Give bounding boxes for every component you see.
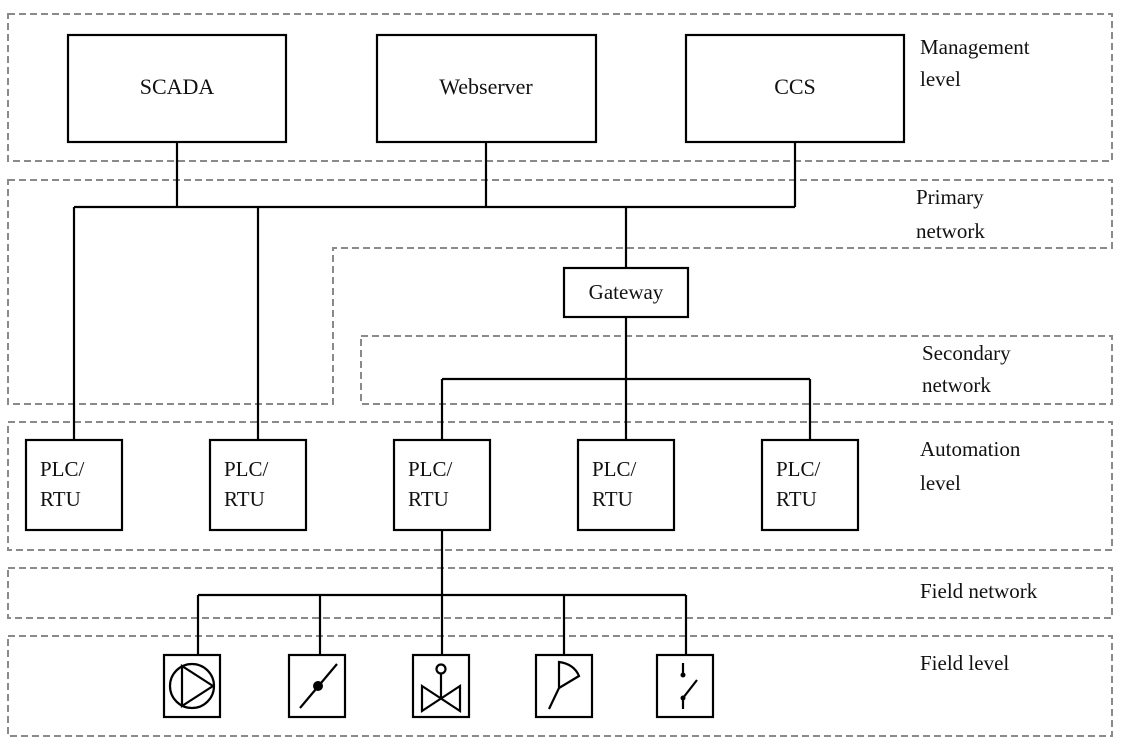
plc-label: PLC/ [40,457,85,481]
webserver-node: Webserver [375,33,598,144]
scada-node: SCADA [66,33,288,144]
webserver-label: Webserver [439,74,533,99]
sensor-icon [534,653,594,719]
plc-label: PLC/ [224,457,269,481]
automation-level-label-2: level [920,471,961,495]
automation-level-label: Automation [920,437,1021,461]
primary-network-label-2: network [916,219,985,243]
field-level-label: Field level [920,651,1009,675]
scada-architecture-diagram: SCADA Webserver CCS Gateway PLC/ RTU PLC… [7,13,1113,737]
plc-rtu-node: PLC/ RTU [208,438,308,532]
pump-icon [162,653,222,719]
field-network-label: Field network [920,579,1038,603]
rtu-label: RTU [408,487,449,511]
network-wires [72,142,812,655]
rtu-label: RTU [592,487,633,511]
rtu-label: RTU [224,487,265,511]
damper-icon [287,653,347,719]
ccs-label: CCS [774,74,816,99]
plc-rtu-node: PLC/ RTU [760,438,860,532]
plc-rtu-node: PLC/ RTU [576,438,676,532]
plc-label: PLC/ [592,457,637,481]
management-level-label: Management [920,35,1030,59]
scada-label: SCADA [140,74,215,99]
gateway-label: Gateway [589,280,664,304]
secondary-network-label: Secondary [922,341,1011,365]
switch-icon [655,653,715,719]
gateway-node: Gateway [562,266,690,319]
plc-rtu-node: PLC/ RTU [24,438,124,532]
primary-network-label: Primary [916,185,984,209]
rtu-label: RTU [776,487,817,511]
primary-network-zone [7,179,1113,405]
rtu-label: RTU [40,487,81,511]
valve-icon [411,653,471,719]
plc-rtu-node: PLC/ RTU [392,438,492,532]
plc-label: PLC/ [408,457,453,481]
management-level-label-2: level [920,67,961,91]
plc-label: PLC/ [776,457,821,481]
secondary-network-label-2: network [922,373,991,397]
ccs-node: CCS [684,33,906,144]
